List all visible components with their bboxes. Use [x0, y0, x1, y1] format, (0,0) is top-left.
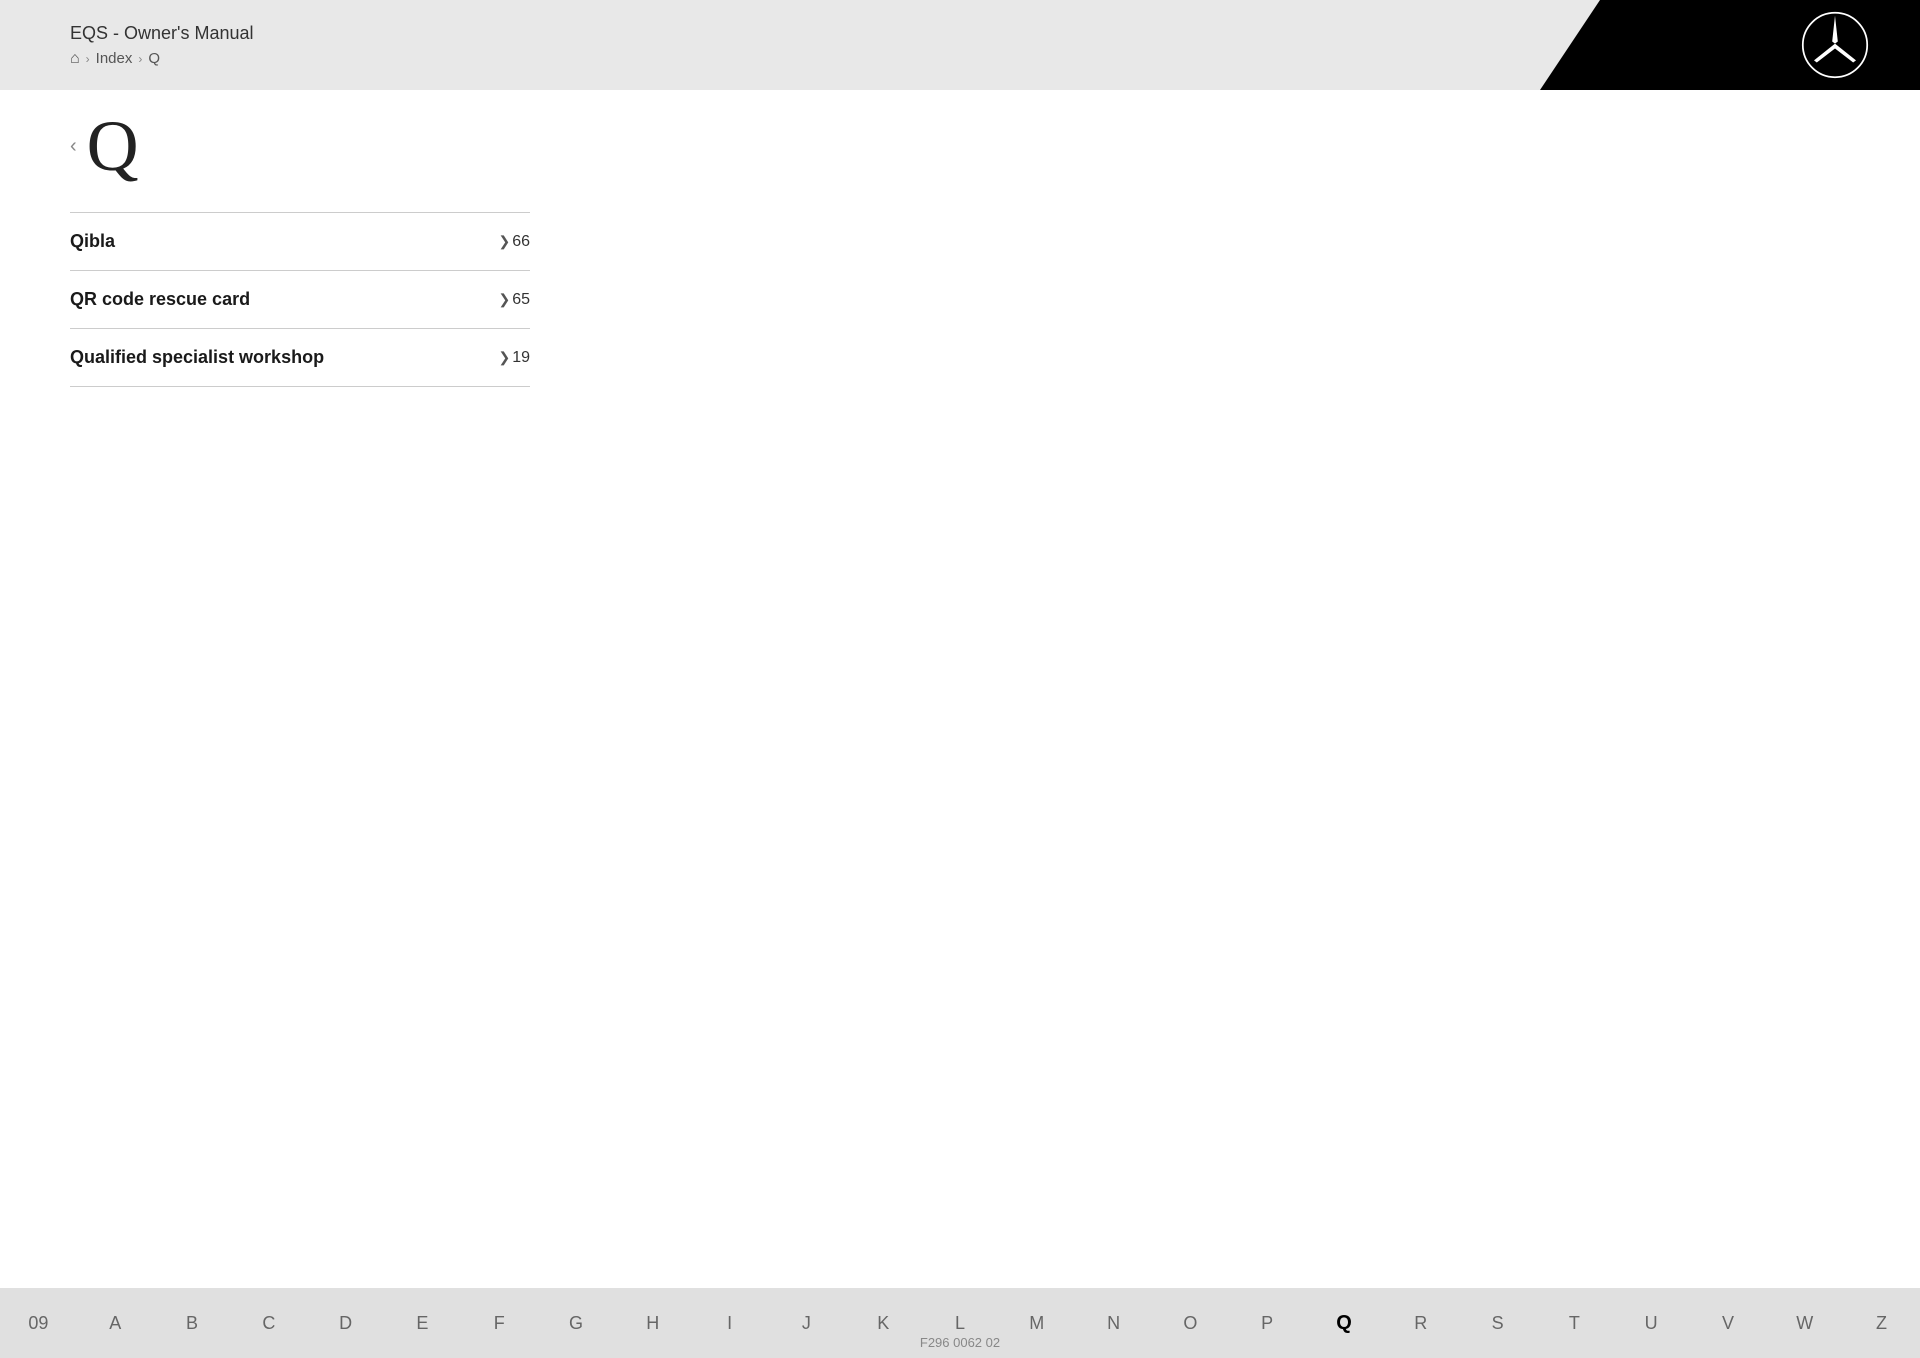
page-arrow-icon-3: ❯ [498, 349, 510, 366]
mercedes-logo [1800, 10, 1870, 80]
nav-item-s[interactable]: S [1459, 1288, 1536, 1358]
nav-item-q[interactable]: Q [1306, 1288, 1383, 1358]
page-arrow-icon: ❯ [498, 233, 510, 250]
header-left: EQS - Owner's Manual ⌂ › Index › Q [0, 23, 254, 68]
home-icon[interactable]: ⌂ [70, 50, 80, 68]
nav-item-u[interactable]: U [1613, 1288, 1690, 1358]
breadcrumb-index[interactable]: Index [96, 50, 133, 67]
manual-title: EQS - Owner's Manual [70, 23, 254, 44]
entry-label-qualified-workshop: Qualified specialist workshop [70, 347, 324, 368]
nav-item-09[interactable]: 09 [0, 1288, 77, 1358]
entry-label-qr-code: QR code rescue card [70, 289, 250, 310]
header: EQS - Owner's Manual ⌂ › Index › Q [0, 0, 1920, 90]
entry-page-qr-code: ❯ 65 [498, 291, 530, 309]
nav-item-i[interactable]: I [691, 1288, 768, 1358]
nav-item-w[interactable]: W [1766, 1288, 1843, 1358]
nav-item-m[interactable]: M [998, 1288, 1075, 1358]
main-content: ‹ Q Qibla ❯ 66 QR code rescue card ❯ 65 … [70, 110, 1850, 387]
index-letter: Q [87, 110, 139, 182]
entry-page-qualified-workshop: ❯ 19 [498, 349, 530, 367]
nav-item-c[interactable]: C [230, 1288, 307, 1358]
index-entry-qibla[interactable]: Qibla ❯ 66 [70, 212, 530, 271]
index-list: Qibla ❯ 66 QR code rescue card ❯ 65 Qual… [70, 212, 530, 387]
index-entry-qualified-workshop[interactable]: Qualified specialist workshop ❯ 19 [70, 329, 530, 387]
breadcrumb-sep-2: › [138, 52, 142, 66]
nav-item-a[interactable]: A [77, 1288, 154, 1358]
nav-item-j[interactable]: J [768, 1288, 845, 1358]
index-entry-qr-code[interactable]: QR code rescue card ❯ 65 [70, 271, 530, 329]
nav-item-e[interactable]: E [384, 1288, 461, 1358]
nav-item-h[interactable]: H [614, 1288, 691, 1358]
nav-item-t[interactable]: T [1536, 1288, 1613, 1358]
entry-label-qibla: Qibla [70, 231, 115, 252]
nav-item-k[interactable]: K [845, 1288, 922, 1358]
header-logo-area [1540, 0, 1920, 90]
nav-item-v[interactable]: V [1690, 1288, 1767, 1358]
nav-item-r[interactable]: R [1382, 1288, 1459, 1358]
breadcrumb-sep-1: › [86, 52, 90, 66]
back-arrow[interactable]: ‹ [70, 135, 77, 158]
nav-item-f[interactable]: F [461, 1288, 538, 1358]
entry-page-qibla: ❯ 66 [498, 233, 530, 251]
letter-heading-row: ‹ Q [70, 110, 1850, 182]
nav-item-g[interactable]: G [538, 1288, 615, 1358]
nav-item-z[interactable]: Z [1843, 1288, 1920, 1358]
nav-item-l[interactable]: L [922, 1288, 999, 1358]
nav-item-d[interactable]: D [307, 1288, 384, 1358]
nav-item-n[interactable]: N [1075, 1288, 1152, 1358]
breadcrumb-current: Q [148, 50, 160, 67]
nav-item-b[interactable]: B [154, 1288, 231, 1358]
nav-item-p[interactable]: P [1229, 1288, 1306, 1358]
breadcrumb: ⌂ › Index › Q [70, 50, 254, 68]
page-arrow-icon-2: ❯ [498, 291, 510, 308]
nav-item-o[interactable]: O [1152, 1288, 1229, 1358]
bottom-nav: 09 A B C D E F G H I J K L M N O P Q R S… [0, 1288, 1920, 1358]
